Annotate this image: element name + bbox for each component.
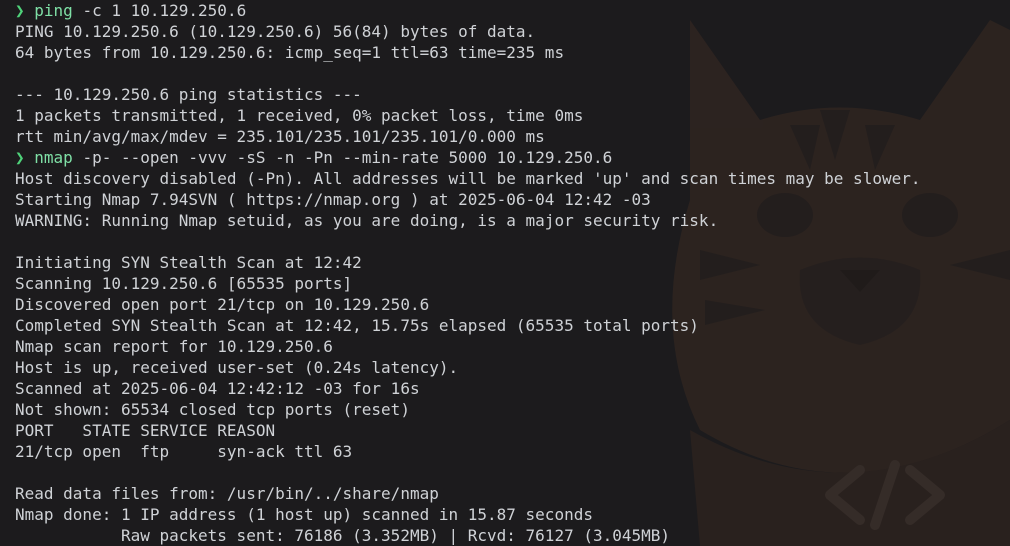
command-line: ❯ ping -c 1 10.129.250.6 [15, 0, 1010, 21]
terminal-window[interactable]: ❯ ping -c 1 10.129.250.6 PING 10.129.250.… [0, 0, 1010, 546]
command-line: ❯ nmap -p- --open -vvv -sS -n -Pn --min-… [15, 147, 1010, 168]
output-line: Initiating SYN Stealth Scan at 12:42 [15, 253, 362, 272]
chevron-right-icon: ❯ [15, 148, 25, 167]
output-line: Discovered open port 21/tcp on 10.129.25… [15, 295, 430, 314]
output-line: 21/tcp open ftp syn-ack ttl 63 [15, 442, 353, 461]
output-line: --- 10.129.250.6 ping statistics --- [15, 85, 362, 104]
output-line: PING 10.129.250.6 (10.129.250.6) 56(84) … [15, 22, 536, 41]
chevron-right-icon: ❯ [15, 1, 25, 20]
output-line: 1 packets transmitted, 1 received, 0% pa… [15, 106, 584, 125]
output-line: Host discovery disabled (-Pn). All addre… [15, 169, 921, 188]
output-line: Completed SYN Stealth Scan at 12:42, 15.… [15, 316, 699, 335]
output-line: Nmap done: 1 IP address (1 host up) scan… [15, 505, 593, 524]
command-name: nmap [34, 148, 73, 167]
terminal-output: ❯ ping -c 1 10.129.250.6 PING 10.129.250.… [15, 0, 1010, 546]
command-name: ping [34, 1, 73, 20]
output-line: Not shown: 65534 closed tcp ports (reset… [15, 400, 410, 419]
output-line: WARNING: Running Nmap setuid, as you are… [15, 211, 719, 230]
output-line: Nmap scan report for 10.129.250.6 [15, 337, 333, 356]
output-line: Raw packets sent: 76186 (3.352MB) | Rcvd… [15, 526, 671, 545]
command-args: -c 1 10.129.250.6 [72, 1, 247, 20]
output-line: Scanned at 2025-06-04 12:42:12 -03 for 1… [15, 379, 420, 398]
output-line: 64 bytes from 10.129.250.6: icmp_seq=1 t… [15, 43, 565, 62]
output-line: rtt min/avg/max/mdev = 235.101/235.101/2… [15, 127, 545, 146]
output-line: Read data files from: /usr/bin/../share/… [15, 484, 439, 503]
output-line: PORT STATE SERVICE REASON [15, 421, 276, 440]
output-line: Scanning 10.129.250.6 [65535 ports] [15, 274, 353, 293]
command-args: -p- --open -vvv -sS -n -Pn --min-rate 50… [72, 148, 613, 167]
output-line: Host is up, received user-set (0.24s lat… [15, 358, 459, 377]
output-line: Starting Nmap 7.94SVN ( https://nmap.org… [15, 190, 651, 209]
